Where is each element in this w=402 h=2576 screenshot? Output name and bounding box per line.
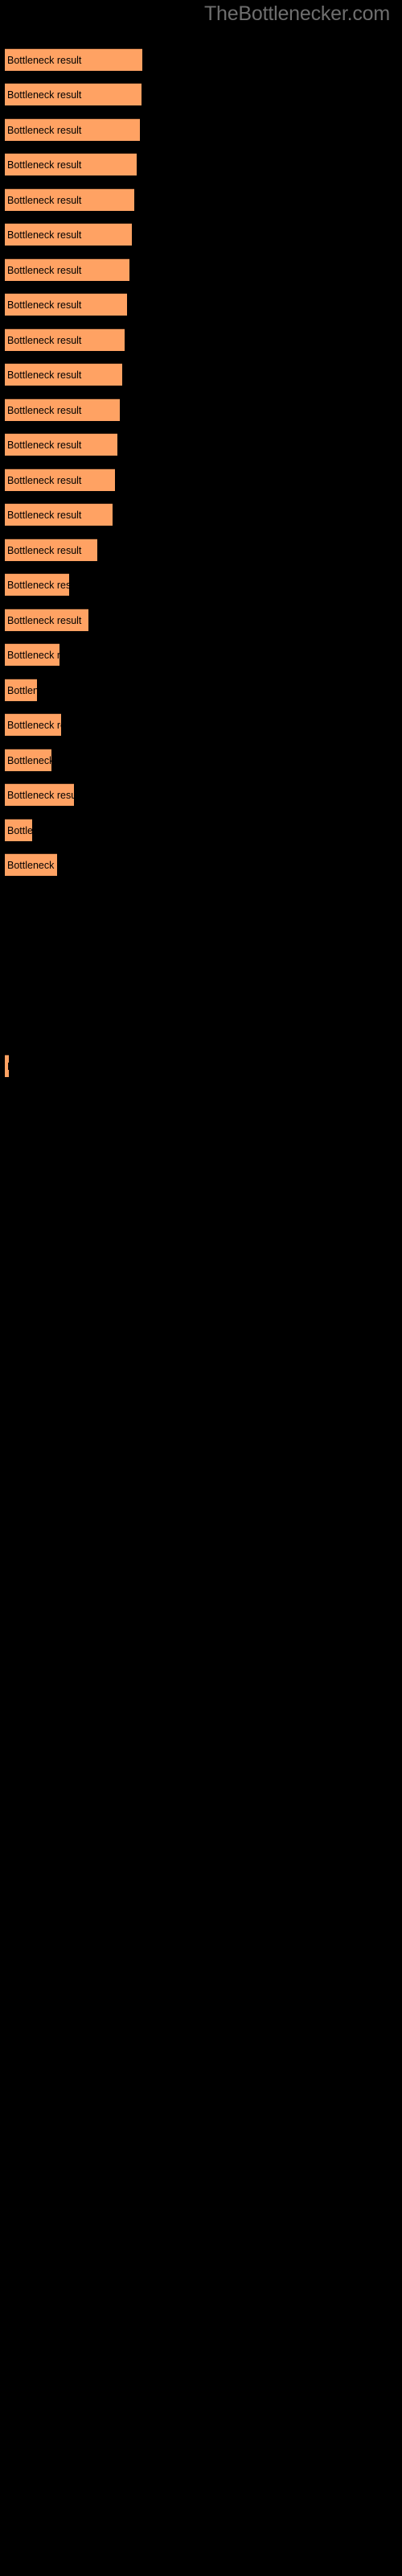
bar-label: Bottleneck result [7, 789, 74, 801]
bar-12[interactable]: Bottleneck result [5, 433, 117, 456]
bar-6[interactable]: Bottleneck result [5, 223, 132, 246]
bar-19[interactable]: Bottleneck result [5, 679, 37, 701]
bar-13[interactable]: Bottleneck result [5, 469, 115, 491]
bar-16[interactable]: Bottleneck result [5, 573, 69, 596]
bar-label: Bottleneck result [7, 614, 82, 626]
bar-9[interactable]: Bottleneck result [5, 328, 125, 351]
bar-label: Bottleneck result [7, 54, 82, 66]
bar-label: Bottleneck result [7, 544, 82, 556]
bar-label: Bottleneck result [7, 719, 61, 731]
bar-18[interactable]: Bottleneck result [5, 643, 59, 666]
bar-10[interactable]: Bottleneck result [5, 363, 122, 386]
bar-label: Bottleneck result [7, 194, 82, 206]
bar-label: Bottleneck result [7, 439, 82, 451]
bar-label: Bottleneck result [7, 334, 82, 346]
bar-label: Bottleneck result [7, 299, 82, 311]
bar-label: Bottleneck result [7, 509, 82, 521]
bar-label: Bottleneck result [7, 1061, 9, 1072]
bar-20[interactable]: Bottleneck result [5, 713, 61, 736]
bar-8[interactable]: Bottleneck result [5, 293, 127, 316]
bar-label: Bottleneck result [7, 264, 82, 276]
bar-15[interactable]: Bottleneck result [5, 539, 97, 561]
bar-3[interactable]: Bottleneck result [5, 118, 140, 141]
bar-17[interactable]: Bottleneck result [5, 609, 88, 631]
bar-label: Bottleneck result [7, 579, 69, 591]
bar-11[interactable]: Bottleneck result [5, 398, 120, 421]
bar-label: Bottleneck result [7, 124, 82, 136]
bar-21[interactable]: Bottleneck result [5, 749, 51, 771]
bar-label: Bottleneck result [7, 229, 82, 241]
bottleneck-bar-chart: TheBottlenecker.com Bottleneck result Bot… [0, 0, 402, 2576]
bar-label: Bottleneck result [7, 859, 57, 871]
bar-1[interactable]: Bottleneck result [5, 48, 142, 71]
bar-2[interactable]: Bottleneck result [5, 83, 142, 105]
bar-label: Bottleneck result [7, 474, 82, 486]
bar-label: Bottleneck result [7, 684, 37, 696]
bar-label: Bottleneck result [7, 369, 82, 381]
bar-5[interactable]: Bottleneck result [5, 188, 134, 211]
bar-label: Bottleneck result [7, 824, 32, 836]
bar-22[interactable]: Bottleneck result [5, 783, 74, 806]
bar-23[interactable]: Bottleneck result [5, 819, 32, 841]
bar-7[interactable]: Bottleneck result [5, 258, 129, 281]
bar-label: Bottleneck result [7, 649, 59, 661]
bar-label: Bottleneck result [7, 89, 82, 101]
bar-14[interactable]: Bottleneck result [5, 503, 113, 526]
bar-label: Bottleneck result [7, 754, 51, 766]
bar-4[interactable]: Bottleneck result [5, 153, 137, 175]
bar-series: Bottleneck result Bottleneck result Bottle… [0, 0, 402, 2576]
bar-25[interactable]: Bottleneck result [5, 1055, 9, 1077]
bar-24[interactable]: Bottleneck result [5, 853, 57, 876]
bar-label: Bottleneck result [7, 159, 82, 171]
bar-label: Bottleneck result [7, 404, 82, 416]
